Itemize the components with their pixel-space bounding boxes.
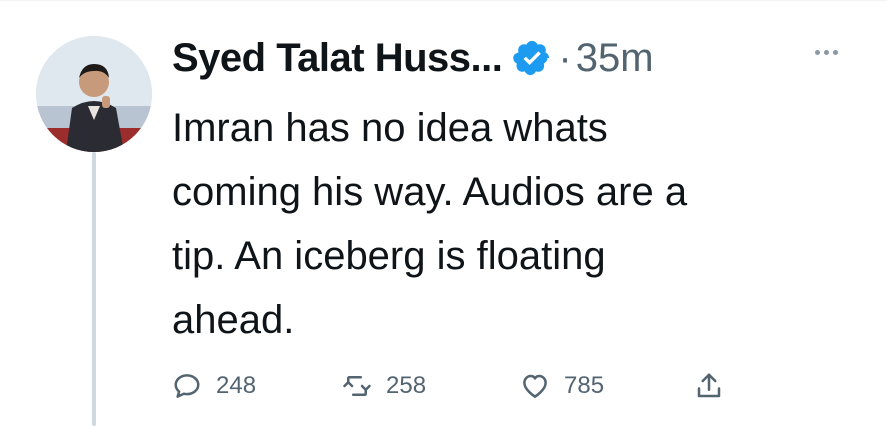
timestamp[interactable]: 35m	[576, 36, 654, 81]
action-bar: 248 258 785	[172, 364, 752, 408]
verified-badge-icon	[512, 38, 552, 78]
like-icon	[520, 371, 550, 401]
avatar-photo	[36, 36, 152, 152]
top-divider	[0, 0, 887, 1]
avatar[interactable]	[36, 36, 152, 152]
reply-count: 248	[216, 372, 257, 399]
reply-button[interactable]: 248	[172, 364, 256, 408]
like-button[interactable]: 785	[520, 364, 604, 408]
retweet-icon	[342, 371, 372, 401]
author-name[interactable]: Syed Talat Huss...	[172, 36, 503, 81]
retweet-button[interactable]: 258	[342, 364, 426, 408]
more-options-icon[interactable]	[804, 40, 848, 64]
more-dot	[832, 49, 838, 55]
more-dot	[814, 49, 820, 55]
retweet-count: 258	[386, 372, 427, 399]
share-icon	[694, 371, 724, 401]
tweet-text: Imran has no idea whats coming his way. …	[172, 106, 688, 342]
tweet-header: Syed Talat Huss... · 35m	[172, 28, 654, 88]
share-button[interactable]	[694, 364, 724, 408]
more-dot	[823, 49, 829, 55]
separator-dot: ·	[558, 35, 572, 80]
reply-icon	[172, 371, 202, 401]
thread-connector-line	[92, 152, 96, 426]
like-count: 785	[564, 372, 605, 399]
